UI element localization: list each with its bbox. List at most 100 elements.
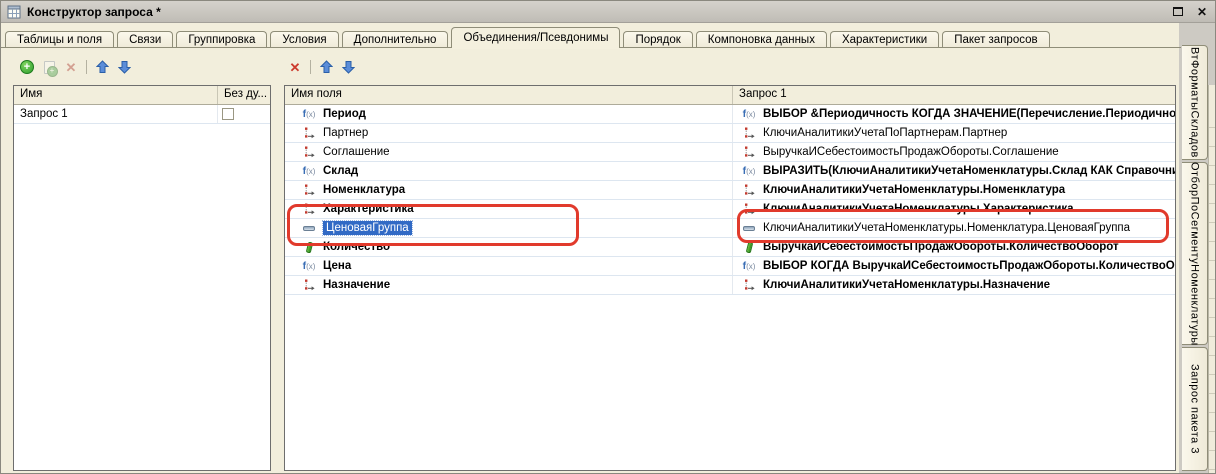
- query-name-cell[interactable]: Запрос 1: [14, 105, 218, 123]
- sum-icon: [301, 242, 317, 253]
- maximize-button[interactable]: [1169, 4, 1187, 20]
- tab-order[interactable]: Порядок: [623, 31, 692, 48]
- query1-value-label: ВыручкаИСебестоимостьПродажОбороты.Колич…: [763, 241, 1119, 253]
- table-row[interactable]: f(x) Период f(x) ВЫБОР &Периодичность КОГДА…: [285, 105, 1175, 124]
- delete-icon[interactable]: ✕: [285, 58, 305, 76]
- no-duplicates-checkbox[interactable]: [222, 108, 234, 120]
- field-name-cell[interactable]: f(x)Цена: [285, 257, 733, 275]
- query1-value-label: ВЫРАЗИТЬ(КлючиАналитикиУчетаНоменклатуры…: [763, 165, 1175, 177]
- tab-additional[interactable]: Дополнительно: [342, 31, 449, 48]
- next-query-sliver: [1208, 85, 1215, 474]
- add-icon[interactable]: +: [17, 58, 37, 76]
- table-row[interactable]: f(x)Складf(x)ВЫРАЗИТЬ(КлючиАналитикиУчет…: [285, 162, 1175, 181]
- query1-value-label: КлючиАналитикиУчетаНоменклатуры.Назначен…: [763, 279, 1050, 291]
- field-name-cell[interactable]: ЦеноваяГруппа: [285, 219, 733, 237]
- side-tab-vt-formaty-skladov[interactable]: ВтФорматыСкладов: [1182, 45, 1208, 160]
- field-name-cell[interactable]: Партнер: [285, 124, 733, 142]
- union-aliases-table[interactable]: Имя поля Запрос 1 f(x) Период f(x) ВЫБОР &П…: [284, 85, 1176, 471]
- field-name-label: Характеристика: [323, 203, 414, 215]
- query1-value-label: ВЫБОР КОГДА ВыручкаИСебестоимостьПродажО…: [763, 260, 1175, 272]
- move-down-icon[interactable]: [338, 58, 358, 76]
- query1-value-cell[interactable]: КлючиАналитикиУчетаНоменклатуры.Характер…: [733, 200, 1175, 218]
- query1-value-cell[interactable]: КлючиАналитикиУчетаНоменклатуры.Номенкла…: [733, 219, 1175, 237]
- column-header-no-duplicates: Без ду...: [218, 86, 270, 104]
- delete-icon: ✕: [61, 58, 81, 76]
- queries-toolbar: +✕: [17, 57, 136, 77]
- field-name-cell[interactable]: Назначение: [285, 276, 733, 294]
- query1-value-cell[interactable]: f(x) ВЫРАЗИТЬ(КлючиАналитикиУчетаНоменкла…: [733, 162, 1175, 180]
- window-title: Конструктор запроса *: [27, 5, 1163, 19]
- minus-icon: [301, 226, 317, 231]
- field-name-cell[interactable]: f(x) Период: [285, 105, 733, 123]
- fx-icon: f(x): [741, 165, 757, 177]
- tab-characteristics[interactable]: Характеристики: [830, 31, 939, 48]
- query1-value-cell[interactable]: КлючиАналитикиУчетаНоменклатуры.Назначен…: [733, 276, 1175, 294]
- table-row[interactable]: Характеристика КлючиАналитикиУчетаНоменкл…: [285, 200, 1175, 219]
- sum-icon: [741, 242, 757, 253]
- fields-table-header: Имя поля Запрос 1: [285, 86, 1175, 105]
- table-row[interactable]: Количество ВыручкаИСебестоимостьПродажОбо…: [285, 238, 1175, 257]
- field-name-cell[interactable]: Количество: [285, 238, 733, 256]
- field-name-selected[interactable]: ЦеноваяГруппа: [323, 221, 412, 235]
- field-name-label: Назначение: [323, 279, 390, 291]
- tab-unions-aliases[interactable]: Объединения/Псевдонимы: [451, 27, 620, 48]
- column-header-field-name: Имя поля: [285, 86, 733, 104]
- toolbar-separator: [86, 60, 87, 74]
- query1-value-label: ВЫБОР &Периодичность КОГДА ЗНАЧЕНИЕ(Пере…: [763, 108, 1175, 120]
- field-name-cell[interactable]: Соглашение: [285, 143, 733, 161]
- query1-value-cell[interactable]: ВыручкаИСебестоимостьПродажОбороты.Согла…: [733, 143, 1175, 161]
- move-down-icon[interactable]: [114, 58, 134, 76]
- move-up-icon[interactable]: [316, 58, 336, 76]
- tab-conditions[interactable]: Условия: [270, 31, 338, 48]
- toolbar-separator: [310, 60, 311, 74]
- field-icon: [301, 146, 317, 158]
- field-name-label: Цена: [323, 260, 351, 272]
- table-row[interactable]: Назначение КлючиАналитикиУчетаНоменклатур…: [285, 276, 1175, 295]
- query1-value-cell[interactable]: ВыручкаИСебестоимостьПродажОбороты.Колич…: [733, 238, 1175, 256]
- table-row[interactable]: Партнер КлючиАналитикиУчетаПоПартнерам.Па…: [285, 124, 1175, 143]
- minus-icon: [741, 226, 757, 231]
- column-header-name: Имя: [14, 86, 218, 104]
- query1-value-cell[interactable]: КлючиАналитикиУчетаНоменклатуры.Номенкла…: [733, 181, 1175, 199]
- fx-icon: f(x): [741, 108, 757, 120]
- field-name-label: Соглашение: [323, 146, 390, 158]
- field-name-label: Партнер: [323, 127, 368, 139]
- side-tab-otbor-po-segmentu[interactable]: ОтборПоСегментуНоменклатуры: [1182, 162, 1208, 345]
- side-tab-zapros-paketa-3[interactable]: Запрос пакета 3: [1182, 347, 1208, 471]
- queries-table[interactable]: Имя Без ду... Запрос 1: [13, 85, 271, 471]
- maximize-icon: [1173, 7, 1183, 16]
- tab-query-batch[interactable]: Пакет запросов: [942, 31, 1049, 48]
- field-icon: [741, 203, 757, 215]
- table-row[interactable]: Номенклатура КлючиАналитикиУчетаНоменклат…: [285, 181, 1175, 200]
- fx-icon: f(x): [301, 165, 317, 177]
- column-header-query1: Запрос 1: [733, 86, 1175, 104]
- query1-value-cell[interactable]: f(x)ВЫБОР КОГДА ВыручкаИСебестоимостьПро…: [733, 257, 1175, 275]
- side-tab-strip: ВтФорматыСкладовОтборПоСегментуНоменклат…: [1179, 23, 1215, 474]
- query1-value-cell[interactable]: f(x) ВЫБОР &Периодичность КОГДА ЗНАЧЕНИЕ(…: [733, 105, 1175, 123]
- title-bar[interactable]: Конструктор запроса * ✕: [1, 1, 1216, 23]
- tab-data-composition[interactable]: Компоновка данных: [696, 31, 827, 48]
- field-name-label: Период: [323, 108, 366, 120]
- tab-grouping[interactable]: Группировка: [176, 31, 267, 48]
- tab-links[interactable]: Связи: [117, 31, 173, 48]
- field-name-cell[interactable]: Номенклатура: [285, 181, 733, 199]
- field-name-cell[interactable]: f(x)Склад: [285, 162, 733, 180]
- query1-value-cell[interactable]: КлючиАналитикиУчетаПоПартнерам.Партнер: [733, 124, 1175, 142]
- field-icon: [301, 279, 317, 291]
- tab-tables-fields[interactable]: Таблицы и поля: [5, 31, 114, 48]
- field-name-label: Номенклатура: [323, 184, 405, 196]
- query1-value-label: КлючиАналитикиУчетаНоменклатуры.Номенкла…: [763, 222, 1130, 234]
- close-button[interactable]: ✕: [1193, 4, 1211, 20]
- table-row[interactable]: f(x)Ценаf(x)ВЫБОР КОГДА ВыручкаИСебестои…: [285, 257, 1175, 276]
- queries-table-header: Имя Без ду...: [14, 86, 270, 105]
- table-row[interactable]: ЦеноваяГруппа КлючиАналитикиУчетаНоменкла…: [285, 219, 1175, 238]
- query-row[interactable]: Запрос 1: [14, 105, 270, 124]
- move-up-icon[interactable]: [92, 58, 112, 76]
- query1-value-label: КлючиАналитикиУчетаНоменклатуры.Номенкла…: [763, 184, 1065, 196]
- fx-icon: f(x): [301, 108, 317, 120]
- add-copy-icon: [39, 58, 59, 76]
- field-name-cell[interactable]: Характеристика: [285, 200, 733, 218]
- tab-strip: Таблицы и поляСвязиГруппировкаУсловияДоп…: [5, 27, 1213, 48]
- field-name-label: Количество: [323, 241, 390, 253]
- table-row[interactable]: Соглашение ВыручкаИСебестоимостьПродажОбо…: [285, 143, 1175, 162]
